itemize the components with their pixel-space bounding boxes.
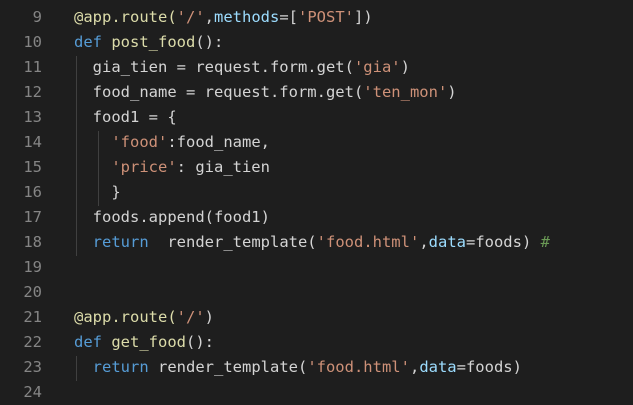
line-number: 20: [23, 283, 42, 301]
code-text: gia_tien = request.form.get('gia'): [74, 55, 410, 80]
code-token: render_template(: [148, 233, 317, 251]
code-line[interactable]: 12 food_name = request.form.get('ten_mon…: [0, 80, 633, 105]
code-line[interactable]: 17 foods.append(food1): [0, 205, 633, 230]
code-token: post_food: [111, 33, 196, 51]
code-token: def: [74, 333, 112, 351]
line-number: 22: [23, 333, 42, 351]
code-line[interactable]: 15 'price': gia_tien: [0, 155, 633, 180]
code-token: =foods): [465, 233, 541, 251]
line-number: 16: [23, 183, 42, 201]
code-token: ,: [204, 8, 214, 26]
code-token: 'POST': [298, 8, 354, 26]
line-number: 21: [23, 308, 42, 326]
code-line[interactable]: 23 return render_template('food.html',da…: [0, 355, 633, 380]
code-line[interactable]: 11 gia_tien = request.form.get('gia'): [0, 55, 633, 80]
code-line[interactable]: 22 def get_food():: [0, 330, 633, 355]
code-text: food1 = {: [74, 105, 177, 130]
code-token: 'price': [111, 158, 177, 176]
code-token: data: [428, 233, 466, 251]
code-token: ():: [185, 333, 214, 351]
line-number: 19: [23, 258, 42, 276]
code-token: return: [92, 358, 149, 376]
code-token: 'food.html': [316, 233, 420, 251]
code-token: '/': [176, 8, 205, 26]
code-line[interactable]: 24: [0, 380, 633, 405]
code-token: ): [204, 308, 214, 326]
code-token: @app.route(: [74, 308, 177, 326]
indent-guide: [76, 56, 77, 256]
line-number: 17: [23, 208, 42, 226]
code-token: 'food': [111, 133, 168, 151]
code-token: =[: [279, 8, 298, 26]
editor-top-edge: [0, 0, 633, 4]
line-number: 9: [32, 8, 42, 26]
code-text: def get_food():: [74, 330, 214, 355]
code-token: render_template(: [148, 358, 308, 376]
code-text: 'price': gia_tien: [74, 155, 270, 180]
code-text: def post_food():: [74, 30, 223, 55]
line-number: 18: [23, 233, 42, 251]
code-token: : gia_tien: [176, 158, 270, 176]
code-token: 'gia': [353, 58, 401, 76]
code-token: methods: [214, 8, 280, 26]
code-token: ): [447, 83, 457, 101]
code-token: =foods): [456, 358, 522, 376]
code-token: ,: [419, 233, 429, 251]
code-line[interactable]: 21 @app.route('/'): [0, 305, 633, 330]
line-number: 11: [23, 58, 42, 76]
code-text: @app.route('/',methods=['POST']): [74, 5, 373, 30]
code-token: ,: [409, 358, 420, 376]
code-text: foods.append(food1): [74, 205, 270, 230]
code-text: food_name = request.form.get('ten_mon'): [74, 80, 457, 105]
line-number: 14: [23, 133, 42, 151]
code-token: gia_tien = request.form.get(: [74, 58, 354, 76]
code-token: food_name = request.form.get(: [74, 83, 364, 101]
code-token: data: [419, 358, 457, 376]
code-editor[interactable]: 9 @app.route('/',methods=['POST']) 10 def p…: [0, 0, 633, 405]
code-text: return render_template('food.html',data=…: [74, 355, 522, 380]
code-token: 'ten_mon': [363, 83, 448, 101]
line-number: 13: [23, 108, 42, 126]
code-line[interactable]: 16 }: [0, 180, 633, 205]
code-token: food1 = {: [74, 108, 177, 126]
code-token: get_food: [111, 333, 186, 351]
code-line[interactable]: 18 return render_template('food.html',da…: [0, 230, 633, 255]
code-token: def: [74, 33, 112, 51]
code-token: 'food.html': [307, 358, 410, 376]
code-line[interactable]: 10 def post_food():: [0, 30, 633, 55]
code-token: ): [400, 58, 410, 76]
code-text: return render_template('food.html',data=…: [74, 230, 550, 255]
line-number: 12: [23, 83, 42, 101]
code-token: #: [540, 233, 550, 251]
line-number: 10: [23, 33, 42, 51]
indent-guide: [76, 356, 77, 381]
code-line[interactable]: 14 'food':food_name,: [0, 130, 633, 155]
code-token: foods.append(food1): [74, 208, 270, 226]
code-line[interactable]: 13 food1 = {: [0, 105, 633, 130]
indent-guide: [98, 131, 99, 206]
line-number: 15: [23, 158, 42, 176]
code-line[interactable]: 20: [0, 280, 633, 305]
line-number: 23: [23, 358, 42, 376]
code-token: @app.route(: [74, 8, 177, 26]
code-token: ]): [354, 8, 373, 26]
code-line[interactable]: 9 @app.route('/',methods=['POST']): [0, 5, 633, 30]
code-token: '/': [176, 308, 205, 326]
code-token: return: [92, 233, 149, 251]
line-number: 24: [23, 383, 42, 401]
code-line[interactable]: 19: [0, 255, 633, 280]
code-token: :food_name,: [167, 133, 270, 151]
code-text: @app.route('/'): [74, 305, 214, 330]
code-token: ():: [195, 33, 224, 51]
code-text: 'food':food_name,: [74, 130, 270, 155]
